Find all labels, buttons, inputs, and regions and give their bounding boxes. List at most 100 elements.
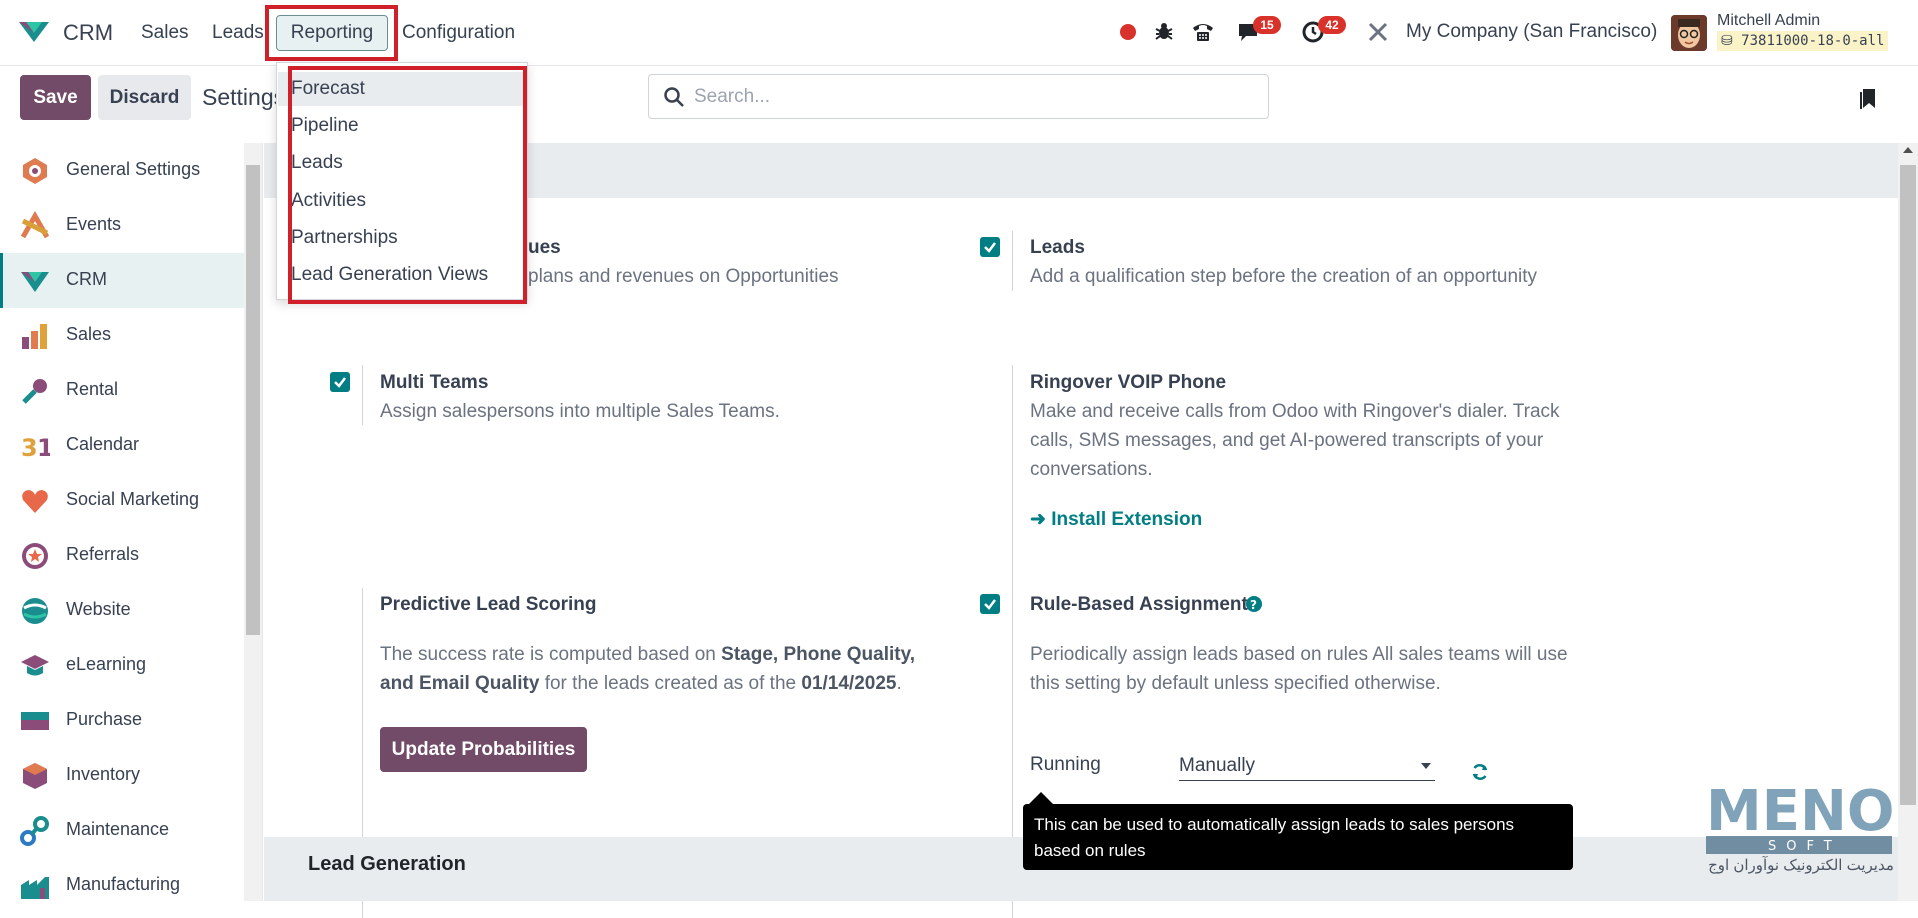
dropdown-highlight-frame: [288, 66, 527, 304]
sidebar-item-label: Maintenance: [66, 819, 170, 839]
sidebar-item-sales[interactable]: Sales: [0, 308, 244, 363]
sidebar-item-referrals[interactable]: Referrals: [0, 528, 244, 583]
sidebar-item-calendar[interactable]: 31 Calendar: [0, 418, 244, 473]
watermark-sub-text: SOFT: [1768, 839, 1842, 854]
rule-based-assignment-desc: Periodically assign leads based on rules…: [1030, 644, 1568, 694]
sidebar-item-label: Sales: [66, 324, 112, 344]
sidebar-item-label: Manufacturing: [66, 874, 181, 894]
sidebar-item-crm[interactable]: CRM: [0, 253, 244, 308]
phone-icon[interactable]: [1191, 20, 1215, 44]
sidebar-item-inventory[interactable]: Inventory: [0, 748, 244, 803]
predictive-scoring-title: Predictive Lead Scoring: [380, 594, 597, 615]
sidebar-item-website[interactable]: Website: [0, 583, 244, 638]
sidebar-item-label: Events: [66, 214, 122, 234]
sales-icon: [20, 321, 50, 351]
multi-teams-checkbox[interactable]: [330, 372, 350, 392]
predictive-desc-text-1: The success rate is computed based on: [380, 644, 722, 665]
rule-based-assignment-title: Rule-Based Assignment: [1030, 594, 1248, 615]
predictive-desc-text-3: .: [896, 673, 902, 694]
search-placeholder: Search...: [694, 86, 771, 107]
user-name[interactable]: Mitchell Admin: [1717, 12, 1820, 30]
messages-badge: 15: [1253, 16, 1281, 34]
sidebar-item-label: Website: [66, 599, 131, 619]
sidebar-item-maintenance[interactable]: Maintenance: [0, 803, 244, 858]
help-icon[interactable]: ?: [1245, 595, 1263, 613]
elearning-icon: [20, 651, 50, 681]
save-button[interactable]: Save: [20, 75, 91, 120]
divider: [362, 365, 363, 425]
database-icon: ⛁: [1721, 33, 1733, 49]
purchase-icon: [20, 706, 50, 736]
reporting-highlight-frame: [265, 5, 398, 61]
discard-button[interactable]: Discard: [98, 75, 191, 120]
sidebar-item-social-marketing[interactable]: Social Marketing: [0, 473, 244, 528]
sidebar-item-label: Calendar: [66, 434, 140, 454]
rule-assignment-tooltip: This can be used to automatically assign…: [1023, 804, 1573, 870]
running-label: Running: [1030, 754, 1101, 775]
svg-text:3: 3: [21, 434, 38, 461]
brand-name[interactable]: CRM: [63, 21, 113, 45]
sidebar-scrollbar-thumb[interactable]: [246, 165, 260, 635]
multi-teams-title: Multi Teams: [380, 372, 489, 393]
arrow-right-icon: ➜: [1030, 509, 1052, 530]
sidebar-item-general-settings[interactable]: General Settings: [0, 143, 244, 198]
menu-sales[interactable]: Sales: [141, 21, 189, 45]
menu-leads[interactable]: Leads: [212, 21, 264, 45]
events-icon: [20, 210, 50, 241]
crm-logo-icon[interactable]: [17, 18, 51, 46]
running-select[interactable]: Manually: [1179, 751, 1435, 781]
sidebar-item-label: eLearning: [66, 654, 147, 674]
install-extension-link[interactable]: ➜ Install Extension: [1030, 508, 1202, 531]
bookmark-icon[interactable]: [1860, 88, 1876, 110]
leads-checkbox[interactable]: [980, 237, 1000, 257]
manufacturing-icon: [20, 871, 50, 901]
crm-icon: [20, 266, 50, 296]
sidebar-item-label: Rental: [66, 379, 119, 399]
tools-icon[interactable]: [1367, 21, 1389, 43]
search-icon: [663, 86, 685, 108]
predictive-desc-text-2: for the leads created as of the: [539, 673, 802, 694]
user-avatar[interactable]: [1671, 15, 1707, 51]
search-input[interactable]: Search...: [648, 74, 1269, 119]
caret-down-icon: [1421, 763, 1431, 769]
sidebar-item-label: General Settings: [66, 159, 201, 179]
main-scrollbar-thumb[interactable]: [1900, 165, 1916, 805]
refresh-icon[interactable]: [1471, 763, 1489, 781]
multi-teams-desc: Assign salespersons into multiple Sales …: [380, 401, 780, 422]
calendar-icon: 31: [20, 431, 54, 462]
ringover-title: Ringover VOIP Phone: [1030, 372, 1227, 393]
sidebar-item-purchase[interactable]: Purchase: [0, 693, 244, 748]
watermark-logo-text: MENO: [1706, 779, 1892, 844]
running-select-value: Manually: [1179, 755, 1256, 776]
menu-configuration[interactable]: Configuration: [402, 21, 515, 45]
maintenance-icon: [20, 816, 50, 846]
divider: [1012, 231, 1013, 291]
rental-icon: [20, 376, 50, 406]
general-settings-icon: [20, 156, 50, 186]
ringover-desc: Make and receive calls from Odoo with Ri…: [1030, 401, 1560, 480]
website-icon: [20, 596, 50, 626]
top-navbar: CRM Sales Leads Reporting Configuration …: [0, 0, 1918, 66]
svg-text:?: ?: [1250, 598, 1257, 612]
company-switcher[interactable]: My Company (San Francisco): [1406, 21, 1657, 43]
rule-based-assignment-checkbox[interactable]: [980, 594, 1000, 614]
database-name: 73811000-18-0-all: [1741, 33, 1885, 49]
leads-title: Leads: [1030, 237, 1085, 258]
recurring-revenues-desc: plans and revenues on Opportunities: [528, 266, 839, 287]
svg-text:1: 1: [37, 434, 50, 461]
sidebar-item-elearning[interactable]: eLearning: [0, 638, 244, 693]
record-dot-icon[interactable]: [1120, 24, 1136, 40]
sidebar-item-rental[interactable]: Rental: [0, 363, 244, 418]
page-title: Settings: [202, 84, 286, 110]
sidebar-item-label: Social Marketing: [66, 489, 200, 509]
social-marketing-icon: [20, 486, 50, 516]
update-probabilities-button[interactable]: Update Probabilities: [380, 727, 587, 772]
recurring-revenues-title: ues: [528, 237, 561, 258]
sidebar-item-label: Inventory: [66, 764, 141, 784]
scroll-up-arrow-icon[interactable]: [1903, 147, 1913, 153]
bug-icon[interactable]: [1153, 20, 1175, 42]
leads-desc: Add a qualification step before the crea…: [1030, 266, 1538, 287]
sidebar-item-manufacturing[interactable]: Manufacturing: [0, 858, 244, 913]
sidebar-item-events[interactable]: Events: [0, 198, 244, 253]
sidebar-item-label: Referrals: [66, 544, 140, 564]
